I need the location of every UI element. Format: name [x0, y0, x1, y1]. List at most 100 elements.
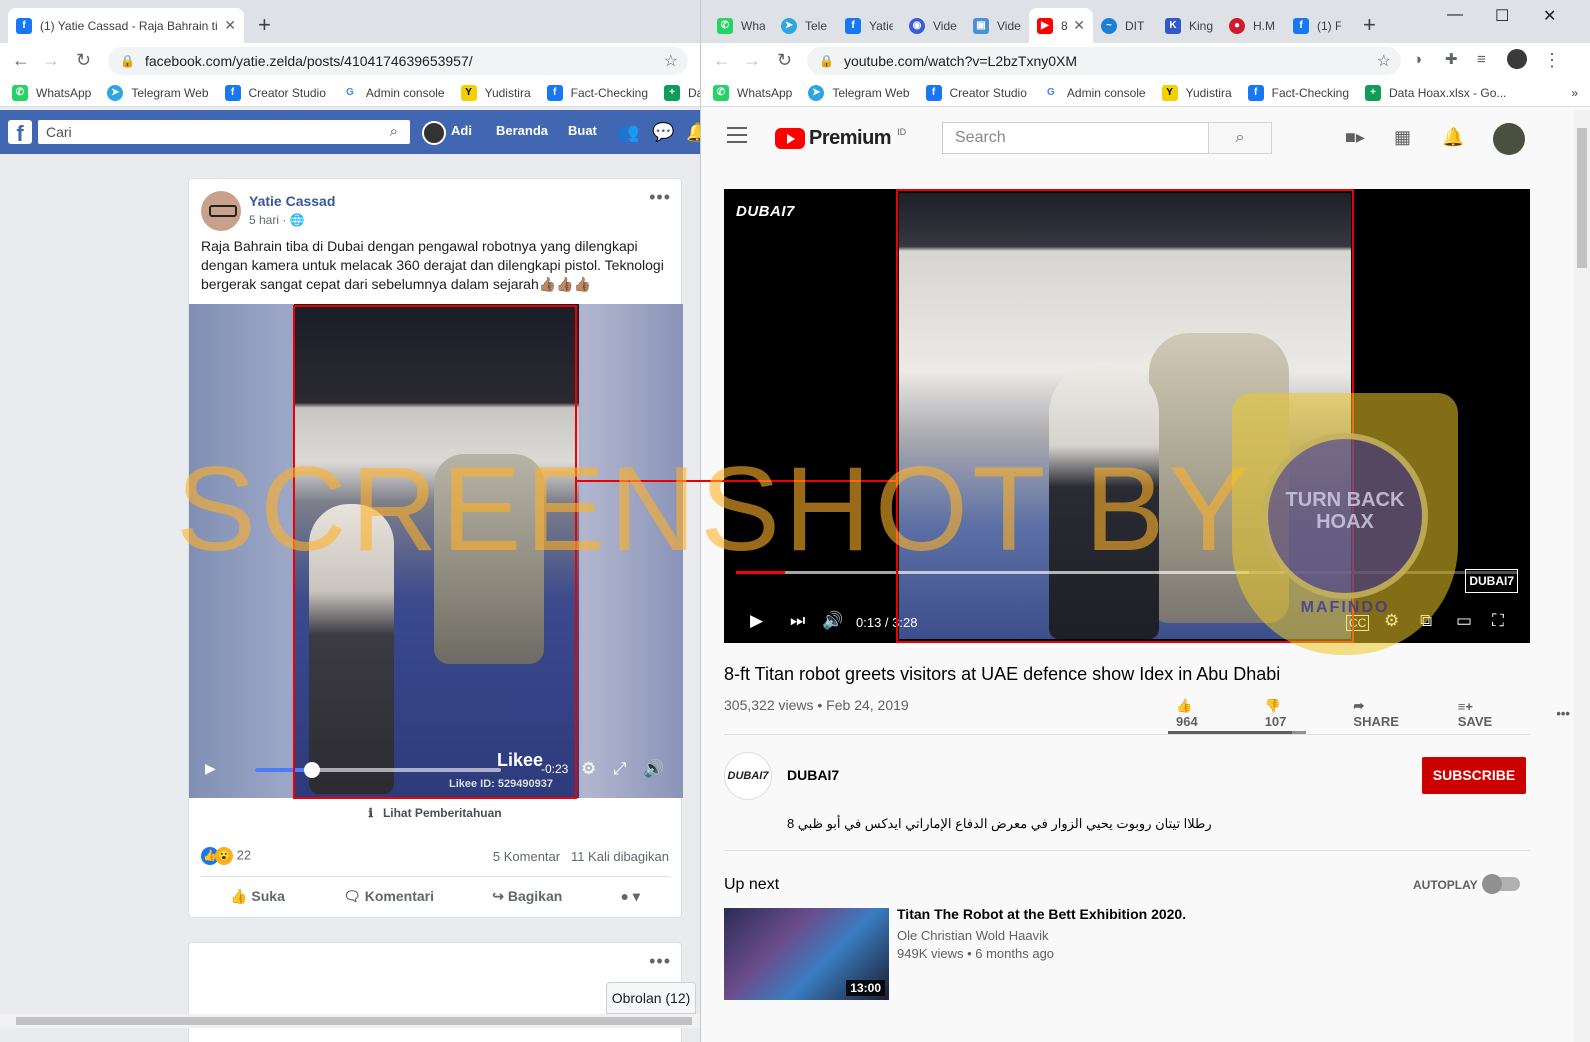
back-button[interactable]: ←: [713, 49, 731, 71]
maximize-icon[interactable]: ☐: [1495, 6, 1509, 26]
bookmark-data[interactable]: +Data: [664, 84, 700, 101]
facebook-logo-icon[interactable]: f: [8, 120, 32, 144]
profile-link[interactable]: Adi: [451, 123, 472, 138]
theater-mode-icon[interactable]: ▭: [1456, 611, 1472, 631]
new-tab-button[interactable]: +: [1363, 13, 1376, 37]
notice-link[interactable]: ℹ Lihat Pemberitahuan: [189, 806, 681, 820]
create-video-icon[interactable]: ■▸: [1345, 127, 1365, 148]
bookmark-telegram[interactable]: ➤ Telegram Web: [107, 84, 209, 101]
address-bar[interactable]: 🔒 facebook.com/yatie.zelda/posts/4104174…: [108, 47, 688, 75]
new-tab-button[interactable]: +: [258, 13, 271, 37]
channel-avatar[interactable]: DUBAI7: [724, 752, 772, 800]
tab-king[interactable]: K King: [1157, 8, 1221, 43]
bookmark-yudistira[interactable]: Y Yudistira: [1161, 84, 1232, 101]
bookmark-data-hoax[interactable]: + Data Hoax.xlsx - Go...: [1365, 84, 1506, 101]
nav-beranda[interactable]: Beranda: [496, 123, 548, 138]
post-time[interactable]: 5 hari · 🌐: [249, 213, 305, 227]
more-options-icon[interactable]: •••: [649, 951, 671, 972]
author-avatar[interactable]: [201, 191, 241, 231]
search-icon[interactable]: ⌕: [390, 120, 398, 144]
bookmark-fact-checking[interactable]: f Fact-Checking: [1247, 84, 1349, 101]
like-button[interactable]: 👍 964: [1176, 698, 1245, 729]
tab-yatie[interactable]: f Yatie: [837, 8, 901, 43]
extensions-icon[interactable]: ✚: [1445, 49, 1458, 71]
bookmark-star-icon[interactable]: ☆: [1377, 51, 1391, 71]
nav-buat[interactable]: Buat: [568, 123, 597, 138]
fullscreen-icon[interactable]: ⛶: [1492, 611, 1504, 631]
play-icon[interactable]: ▶: [205, 760, 216, 777]
horizontal-scrollbar[interactable]: [0, 1014, 700, 1028]
tab-youtube-active[interactable]: ▶ 8 ✕: [1029, 8, 1093, 43]
tab-video-1[interactable]: ◉ Vide: [901, 8, 965, 43]
scrollbar-thumb[interactable]: [1577, 128, 1587, 268]
bookmark-whatsapp[interactable]: ✆ WhatsApp: [12, 84, 91, 101]
post-author[interactable]: Yatie Cassad: [249, 193, 335, 209]
tab-video-2[interactable]: ▣ Vide: [965, 8, 1029, 43]
tab-whatsapp[interactable]: ✆ Wha: [709, 8, 773, 43]
comment-count[interactable]: 5 Komentar: [493, 849, 560, 864]
back-button[interactable]: ←: [12, 49, 30, 71]
messenger-icon[interactable]: 💬: [652, 122, 674, 143]
address-bar[interactable]: 🔒 youtube.com/watch?v=L2bzTxny0XM ☆: [807, 47, 1401, 75]
tab-hm[interactable]: ● H.M: [1221, 8, 1285, 43]
minimize-icon[interactable]: —: [1447, 6, 1463, 24]
bookmark-telegram[interactable]: ➤ Telegram Web: [808, 84, 910, 101]
scrollbar-thumb[interactable]: [16, 1017, 692, 1025]
media-queue-icon[interactable]: ≡: [1477, 49, 1486, 71]
play-icon[interactable]: ▶: [750, 611, 763, 631]
forward-button[interactable]: →: [42, 49, 60, 71]
bookmark-whatsapp[interactable]: ✆ WhatsApp: [713, 84, 792, 101]
chat-button[interactable]: Obrolan (12): [606, 982, 696, 1014]
forward-button[interactable]: →: [743, 49, 761, 71]
subscribe-button[interactable]: SUBSCRIBE: [1422, 757, 1526, 794]
bookmark-star-icon[interactable]: ☆: [664, 51, 678, 71]
reload-button[interactable]: ↻: [777, 49, 792, 71]
bookmark-yudistira[interactable]: Y Yudistira: [460, 84, 531, 101]
bookmark-creator-studio[interactable]: f Creator Studio: [224, 84, 326, 101]
apps-grid-icon[interactable]: ▦: [1394, 127, 1411, 148]
reload-button[interactable]: ↻: [76, 49, 91, 71]
incognito-icon[interactable]: ◑: [1413, 49, 1422, 71]
close-tab-icon[interactable]: ✕: [224, 17, 236, 34]
share-button[interactable]: ➦ SHARE: [1353, 698, 1437, 729]
search-button[interactable]: ⌕: [1208, 122, 1272, 154]
volume-icon[interactable]: 🔊: [822, 611, 843, 631]
related-video-thumbnail[interactable]: 13:00: [724, 908, 889, 1000]
tab-dit[interactable]: ~ DIT: [1093, 8, 1157, 43]
autoplay-toggle[interactable]: [1482, 874, 1520, 894]
bookmark-fact-checking[interactable]: f Fact-Checking: [546, 84, 648, 101]
fullscreen-icon[interactable]: ⤢: [613, 759, 627, 779]
audience-selector[interactable]: ● ▾: [621, 888, 640, 905]
share-count[interactable]: 11 Kali dibagikan: [571, 849, 669, 864]
vertical-scrollbar[interactable]: [1574, 110, 1590, 1042]
comment-button[interactable]: 🗨 Komentari: [343, 888, 434, 905]
wow-reaction-icon[interactable]: 😮: [215, 847, 233, 865]
tab-telegram[interactable]: ➤ Tele: [773, 8, 837, 43]
bookmarks-overflow-icon[interactable]: »: [1571, 86, 1578, 100]
channel-name[interactable]: DUBAI7: [787, 767, 839, 783]
share-button[interactable]: ↪ Bagikan: [492, 888, 562, 905]
avatar[interactable]: [1493, 123, 1525, 155]
bookmark-admin-console[interactable]: G Admin console: [341, 84, 445, 101]
notifications-icon[interactable]: 🔔: [686, 122, 700, 143]
more-actions-icon[interactable]: •••: [1556, 706, 1570, 721]
browser-menu-icon[interactable]: ⋮: [1543, 49, 1561, 71]
dislike-button[interactable]: 👎 107: [1265, 698, 1334, 729]
like-button[interactable]: 👍 Suka: [230, 888, 285, 905]
friends-icon[interactable]: 👥: [617, 122, 639, 143]
search-input[interactable]: Search: [942, 122, 1209, 154]
tab-facebook-post[interactable]: f (1) Yatie Cassad - Raja Bahrain tib ✕: [8, 8, 244, 43]
youtube-logo[interactable]: Premium ID: [775, 127, 906, 150]
notifications-bell-icon[interactable]: 🔔: [1442, 127, 1464, 148]
close-tab-icon[interactable]: ✕: [1073, 17, 1085, 34]
facebook-search-input[interactable]: Cari ⌕: [38, 120, 410, 144]
save-button[interactable]: ≡+ SAVE: [1458, 699, 1537, 729]
avatar[interactable]: [422, 121, 446, 145]
profile-avatar-icon[interactable]: [1507, 49, 1527, 69]
related-video-title[interactable]: Titan The Robot at the Bett Exhibition 2…: [897, 906, 1186, 922]
volume-icon[interactable]: 🔊: [643, 759, 664, 779]
bookmark-admin-console[interactable]: G Admin console: [1042, 84, 1146, 101]
more-options-icon[interactable]: •••: [649, 187, 671, 208]
tab-facebook[interactable]: f (1) F: [1285, 8, 1349, 43]
next-icon[interactable]: ⏭: [790, 611, 805, 631]
